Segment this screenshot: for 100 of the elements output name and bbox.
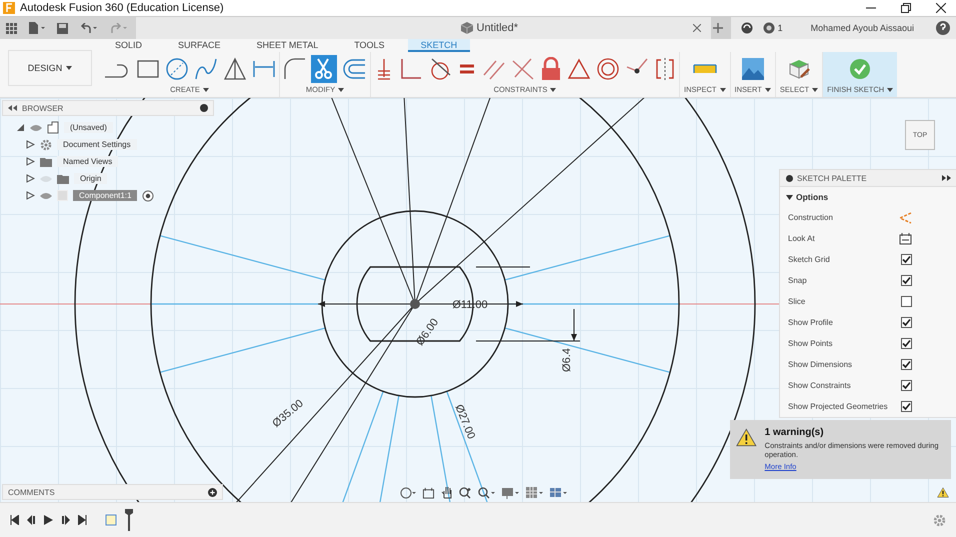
- skip-to-start-icon[interactable]: [10, 515, 19, 525]
- origin-point-icon: [410, 299, 420, 309]
- ribbon-tab[interactable]: SKETCH: [408, 39, 470, 52]
- expand-arrow-icon[interactable]: [26, 174, 35, 183]
- symmetry-constraint-icon: [654, 56, 676, 80]
- close-icon[interactable]: [936, 3, 946, 13]
- fillet-tool-icon: [283, 56, 307, 80]
- checkbox[interactable]: [901, 359, 912, 370]
- pan-hand-icon[interactable]: [441, 486, 453, 499]
- collapse-panel-icon[interactable]: [8, 105, 17, 111]
- tree-item[interactable]: (Unsaved): [64, 122, 113, 133]
- job-status-icon[interactable]: [762, 22, 775, 34]
- zoom-icon[interactable]: [459, 486, 472, 498]
- look-at-icon[interactable]: [422, 486, 435, 498]
- option-label: Snap: [788, 276, 807, 285]
- active-target-icon[interactable]: [142, 190, 154, 202]
- image-icon: [740, 56, 765, 80]
- warning-icon: [736, 427, 757, 448]
- warning-icon[interactable]: [937, 487, 949, 498]
- construction-toggle-icon[interactable]: [898, 212, 912, 224]
- grid-settings-icon[interactable]: [526, 486, 544, 498]
- dimension-label: Ø6.4: [561, 348, 573, 372]
- offset-tool-icon: [341, 56, 367, 80]
- new-tab-plus-icon[interactable]: [712, 23, 723, 33]
- option-label: Construction: [788, 213, 833, 222]
- crossed-lines-icon: [511, 56, 535, 80]
- checkbox[interactable]: [901, 296, 912, 307]
- pin-icon[interactable]: [200, 104, 208, 112]
- orbit-icon[interactable]: [400, 486, 416, 498]
- ribbon-tab[interactable]: TOOLS: [341, 39, 398, 52]
- concentric-circles-icon: [596, 56, 620, 80]
- checkbox[interactable]: [901, 317, 912, 328]
- warning-title: 1 warning(s): [764, 427, 825, 438]
- spline-tool-icon: [194, 56, 218, 80]
- close-tab-icon[interactable]: [692, 24, 701, 32]
- ribbon-tab[interactable]: SHEET METAL: [244, 39, 332, 52]
- option-label: Show Points: [788, 339, 832, 348]
- pin-icon[interactable]: [786, 174, 793, 182]
- caret-icon: [66, 66, 72, 70]
- folder-icon: [40, 156, 52, 166]
- skip-to-end-icon[interactable]: [78, 515, 87, 525]
- expand-panel-icon[interactable]: [942, 175, 951, 181]
- tree-item[interactable]: Component1:1: [73, 190, 138, 201]
- caret-icon: [887, 88, 894, 92]
- option-label: Sketch Grid: [788, 255, 830, 264]
- option-label: Show Dimensions: [788, 360, 852, 369]
- settings-icon[interactable]: [933, 514, 946, 526]
- option-label: Look At: [788, 234, 815, 243]
- tree-item[interactable]: Named Views: [57, 156, 118, 167]
- help-icon[interactable]: [936, 21, 950, 35]
- viewports-icon[interactable]: [550, 486, 568, 498]
- play-icon[interactable]: [44, 515, 53, 525]
- tree-item[interactable]: Document Settings: [57, 139, 137, 150]
- undo-icon[interactable]: [80, 22, 98, 34]
- checkbox[interactable]: [901, 254, 912, 265]
- user-name[interactable]: Mohamed Ayoub Aissaoui: [792, 23, 926, 33]
- ribbon-tab[interactable]: SURFACE: [165, 39, 234, 52]
- triangle-tool-icon: [223, 56, 247, 80]
- checkbox[interactable]: [901, 380, 912, 391]
- restore-icon[interactable]: [901, 3, 911, 13]
- save-icon[interactable]: [57, 22, 68, 34]
- ribbon-tab[interactable]: SOLID: [102, 39, 156, 52]
- eye-icon[interactable]: [30, 124, 42, 132]
- grid-menu-icon[interactable]: [6, 22, 17, 34]
- document-title: Untitled*: [476, 22, 518, 34]
- tree-item[interactable]: Origin: [74, 173, 108, 184]
- perpendicular-constraint-icon: [399, 56, 423, 80]
- display-settings-icon[interactable]: [502, 486, 520, 498]
- lock-icon: [540, 56, 562, 80]
- sketch-feature-icon[interactable]: [105, 514, 117, 526]
- checkbox[interactable]: [901, 401, 912, 412]
- panel-title: COMMENTS: [8, 488, 56, 496]
- add-comment-icon[interactable]: [208, 488, 217, 496]
- caret-icon: [338, 88, 344, 92]
- expand-arrow-icon[interactable]: [26, 140, 35, 149]
- option-label: Show Constraints: [788, 381, 851, 390]
- expand-arrow-icon[interactable]: [26, 157, 35, 166]
- look-at-icon[interactable]: [899, 232, 912, 245]
- triangle-constraint-icon: [567, 56, 591, 80]
- timeline-marker-icon[interactable]: [125, 509, 133, 531]
- caret-icon: [202, 88, 209, 92]
- checkbox[interactable]: [901, 275, 912, 286]
- sketch-canvas[interactable]: [0, 98, 956, 502]
- caret-icon: [812, 88, 818, 92]
- step-back-icon[interactable]: [27, 515, 36, 525]
- collapse-arrow-icon[interactable]: [16, 123, 25, 132]
- cube-icon: [460, 22, 472, 34]
- eye-icon[interactable]: [40, 192, 52, 200]
- workspace-switcher-button[interactable]: DESIGN: [8, 50, 92, 86]
- panel-title: SKETCH PALETTE: [797, 174, 868, 182]
- sync-icon[interactable]: [740, 22, 753, 34]
- checkbox[interactable]: [901, 338, 912, 349]
- option-label: Show Projected Geometries: [788, 402, 888, 411]
- expand-arrow-icon[interactable]: [26, 191, 35, 200]
- zoom-window-icon[interactable]: [478, 486, 496, 498]
- collapse-arrow-icon[interactable]: [786, 194, 793, 200]
- file-icon[interactable]: [29, 22, 45, 34]
- job-count: 1: [778, 23, 783, 33]
- step-forward-icon[interactable]: [61, 515, 70, 525]
- section-title: Options: [796, 192, 828, 202]
